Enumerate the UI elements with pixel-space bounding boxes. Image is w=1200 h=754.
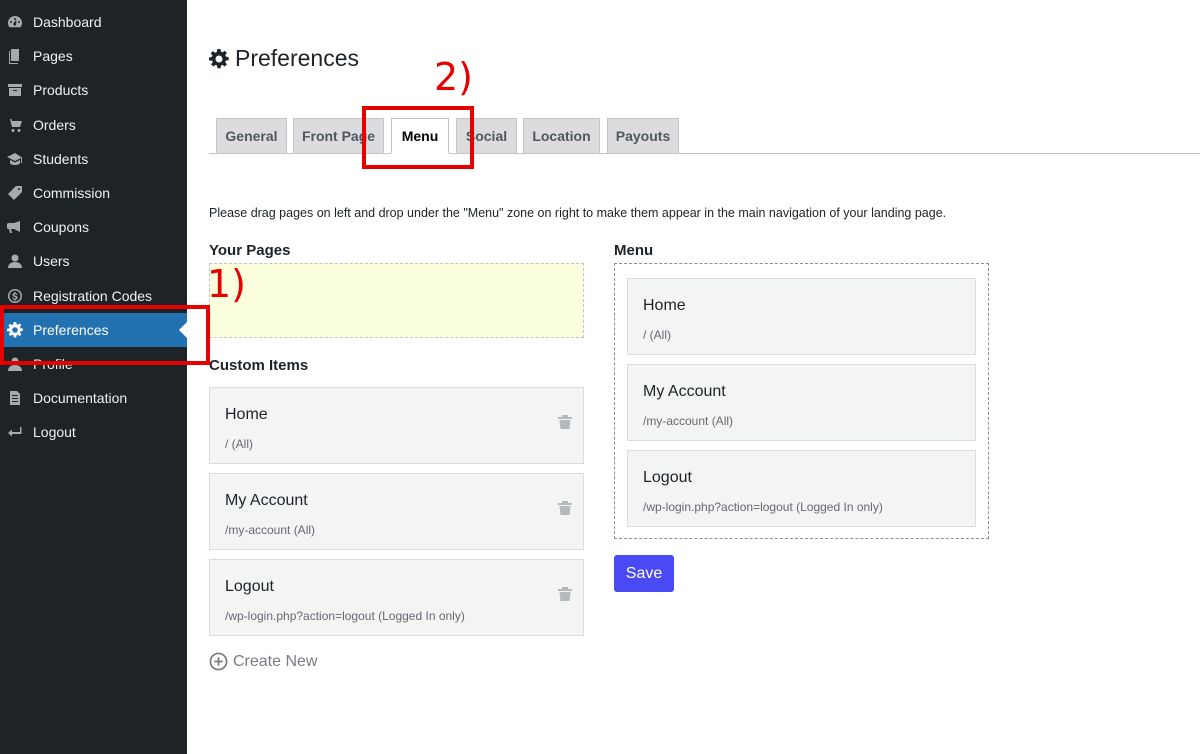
megaphone-icon — [7, 219, 23, 235]
menu-item[interactable]: My Account /my-account (All) — [627, 364, 976, 441]
trash-icon[interactable] — [557, 500, 573, 516]
create-new-label: Create New — [233, 652, 318, 670]
trash-icon[interactable] — [557, 586, 573, 602]
save-button[interactable]: Save — [614, 555, 674, 592]
menu-heading: Menu — [614, 242, 654, 259]
plus-circle-icon — [209, 652, 228, 671]
item-subtitle: /wp-login.php?action=logout (Logged In o… — [643, 500, 883, 514]
item-subtitle: /my-account (All) — [225, 523, 316, 537]
page-title-text: Preferences — [235, 45, 360, 71]
annotation-box-preferences — [0, 305, 210, 365]
your-pages-heading: Your Pages — [209, 242, 291, 259]
item-title: My Account — [225, 492, 308, 509]
tab-payouts[interactable]: Payouts — [607, 118, 679, 154]
menu-dropzone[interactable]: Home / (All) My Account /my-account (All… — [614, 263, 989, 539]
sidebar-item-label: Students — [33, 151, 89, 167]
item-title: My Account — [643, 383, 726, 400]
menu-item[interactable]: Home / (All) — [627, 278, 976, 355]
sidebar-item-orders[interactable]: Orders — [0, 108, 187, 142]
annotation-box-menu-tab — [362, 106, 474, 169]
item-title: Home — [225, 406, 268, 423]
sidebar-item-students[interactable]: Students — [0, 142, 187, 176]
graduation-cap-icon — [7, 151, 23, 167]
sidebar-item-pages[interactable]: Pages — [0, 39, 187, 73]
instructions-text: Please drag pages on left and drop under… — [209, 206, 947, 220]
annotation-number-2: 2) — [434, 55, 474, 99]
item-subtitle: /my-account (All) — [643, 414, 734, 428]
menu-item[interactable]: Logout /wp-login.php?action=logout (Logg… — [627, 450, 976, 527]
item-subtitle: /wp-login.php?action=logout (Logged In o… — [225, 609, 465, 623]
sidebar-item-label: Users — [33, 253, 70, 269]
sidebar-item-documentation[interactable]: Documentation — [0, 381, 187, 415]
dollar-circle-icon — [7, 288, 23, 304]
tag-icon — [7, 185, 23, 201]
pages-icon — [7, 48, 23, 64]
create-new-button[interactable]: Create New — [209, 652, 317, 671]
tab-location[interactable]: Location — [523, 118, 600, 154]
document-icon — [7, 390, 23, 406]
annotation-number-1: 1) — [207, 262, 247, 306]
custom-items-heading: Custom Items — [209, 357, 309, 374]
sidebar-item-commission[interactable]: Commission — [0, 176, 187, 210]
cart-icon — [7, 117, 23, 133]
logout-icon — [7, 424, 23, 440]
sidebar-item-coupons[interactable]: Coupons — [0, 210, 187, 244]
item-subtitle: / (All) — [643, 328, 671, 342]
item-title: Home — [643, 297, 686, 314]
custom-item[interactable]: Logout /wp-login.php?action=logout (Logg… — [209, 559, 584, 636]
sidebar-item-label: Products — [33, 82, 89, 98]
sidebar-item-label: Registration Codes — [33, 288, 153, 304]
sidebar-item-label: Orders — [33, 117, 76, 133]
products-icon — [7, 82, 23, 98]
sidebar-item-label: Dashboard — [33, 14, 102, 30]
sidebar-item-users[interactable]: Users — [0, 244, 187, 278]
custom-item[interactable]: Home / (All) — [209, 387, 584, 464]
page-title: Preferences — [209, 45, 359, 72]
sidebar-item-dashboard[interactable]: Dashboard — [0, 5, 187, 39]
custom-item[interactable]: My Account /my-account (All) — [209, 473, 584, 550]
your-pages-dropzone[interactable] — [209, 263, 584, 338]
item-title: Logout — [643, 469, 692, 486]
tab-general[interactable]: General — [216, 118, 287, 154]
user-icon — [7, 253, 23, 269]
sidebar-item-label: Pages — [33, 48, 73, 64]
gear-icon — [209, 48, 229, 68]
dashboard-icon — [7, 14, 23, 30]
sidebar-item-label: Documentation — [33, 390, 128, 406]
sidebar-item-label: Coupons — [33, 219, 90, 235]
sidebar-item-label: Commission — [33, 185, 111, 201]
item-title: Logout — [225, 578, 274, 595]
trash-icon[interactable] — [557, 414, 573, 430]
sidebar-item-label: Logout — [33, 424, 76, 440]
admin-sidebar: Dashboard Pages Products Orders Students… — [0, 0, 187, 754]
item-subtitle: / (All) — [225, 437, 253, 451]
sidebar-item-products[interactable]: Products — [0, 73, 187, 107]
sidebar-item-logout[interactable]: Logout — [0, 415, 187, 449]
